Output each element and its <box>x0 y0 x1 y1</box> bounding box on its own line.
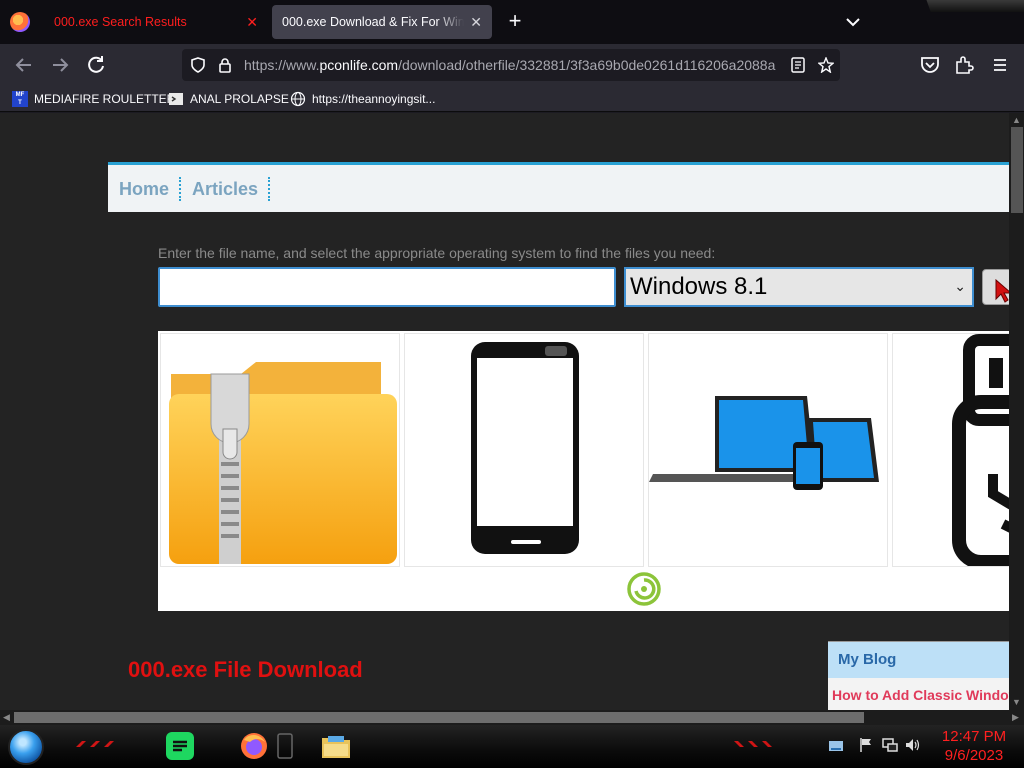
action-center-flag-icon[interactable] <box>858 737 874 753</box>
search-hint: Enter the file name, and select the appr… <box>158 245 716 261</box>
tile-devices[interactable] <box>648 333 888 567</box>
loading-spinner-icon <box>627 572 661 606</box>
hamburger-menu-icon[interactable] <box>988 53 1012 77</box>
tile-archive[interactable] <box>160 333 400 567</box>
taskbar: 12:47 PM 9/6/2023 <box>0 725 1024 768</box>
start-button[interactable] <box>8 729 44 765</box>
window-thumbnail-icon[interactable] <box>276 730 294 762</box>
tab-search-results[interactable]: 000.exe Search Results ✕ <box>44 5 268 39</box>
page-title: 000.exe File Download <box>128 657 363 682</box>
file-search-input[interactable] <box>158 267 616 307</box>
firefox-taskbar-icon[interactable] <box>238 730 270 762</box>
tab-title: 000.exe Download & Fix For Windows <box>282 15 465 29</box>
os-select[interactable]: Windows 8.1 ⌄ <box>624 267 974 307</box>
bookmark-star-icon[interactable] <box>818 57 834 73</box>
chevron-down-icon[interactable] <box>845 14 861 30</box>
file-explorer-icon[interactable] <box>320 730 352 762</box>
network-tray-icon[interactable] <box>828 737 844 753</box>
site-nav: Home Articles <box>108 162 1009 212</box>
address-bar[interactable]: https://www.pconlife.com/download/otherf… <box>182 49 840 81</box>
bookmarks-toolbar: MF T MEDIAFIRE ROULETTER ANAL PROLAPSE ht… <box>0 86 1024 112</box>
terminal-icon <box>169 93 183 105</box>
mouse-cursor-icon <box>995 279 1009 303</box>
firefox-menu-icon[interactable] <box>10 12 30 32</box>
close-icon[interactable]: ✕ <box>246 14 258 31</box>
forward-button[interactable] <box>48 53 72 77</box>
scroll-right-icon[interactable]: ▶ <box>1012 712 1019 723</box>
tab-title: 000.exe Search Results <box>54 15 187 29</box>
bookmark-mediafire[interactable]: MF T MEDIAFIRE ROULETTER <box>12 90 175 108</box>
bookmark-label: https://theannoyingsit... <box>312 92 436 106</box>
nav-home-link[interactable]: Home <box>118 176 182 201</box>
new-tab-button[interactable]: + <box>505 8 525 36</box>
system-clock[interactable]: 12:47 PM 9/6/2023 <box>936 727 1012 765</box>
shield-icon[interactable] <box>190 57 206 73</box>
clock-date: 9/6/2023 <box>944 747 1004 764</box>
window-frame-ornament <box>926 0 1024 12</box>
os-select-value: Windows 8.1 <box>630 273 768 300</box>
vertical-scrollbar[interactable]: ▲ ▼ <box>1009 113 1024 710</box>
page-content: Home Articles Enter the file name, and s… <box>0 113 1009 710</box>
scroll-up-icon[interactable]: ▲ <box>1012 115 1021 125</box>
decor-red-lights <box>76 741 114 747</box>
scroll-down-icon[interactable]: ▼ <box>1012 697 1021 707</box>
horizontal-scroll-thumb[interactable] <box>14 712 864 723</box>
usb-drive-icon <box>952 334 1009 566</box>
globe-icon <box>290 91 306 107</box>
lock-icon[interactable] <box>218 57 232 73</box>
chevron-down-icon: ⌄ <box>954 278 966 294</box>
extensions-icon[interactable] <box>952 53 976 77</box>
tab-strip: 000.exe Search Results ✕ 000.exe Downloa… <box>0 0 1024 44</box>
clock-time: 12:47 PM <box>941 728 1007 745</box>
decor-red-lights-right <box>734 741 772 747</box>
tab-download-fix[interactable]: 000.exe Download & Fix For Windows ✕ <box>272 5 492 39</box>
category-gallery <box>158 331 1009 611</box>
horizontal-scrollbar[interactable]: ◀ ▶ <box>0 710 1024 725</box>
smartphone-icon <box>471 342 579 554</box>
bookmark-annoying-site[interactable]: https://theannoyingsit... <box>290 90 435 108</box>
pocket-icon[interactable] <box>918 53 942 77</box>
tile-usb[interactable] <box>892 333 1009 567</box>
reload-button[interactable] <box>84 53 108 77</box>
scroll-left-icon[interactable]: ◀ <box>3 712 10 723</box>
blog-sidebar: My Blog How to Add Classic Windows <box>828 641 1009 710</box>
display-tray-icon[interactable] <box>882 737 898 753</box>
close-icon[interactable]: ✕ <box>470 14 482 31</box>
back-button[interactable] <box>12 53 36 77</box>
tile-mobile[interactable] <box>404 333 644 567</box>
laptop-devices-icon <box>649 396 879 490</box>
url-text: https://www.pconlife.com/download/otherf… <box>244 57 776 73</box>
reader-view-icon[interactable] <box>790 57 806 73</box>
navigation-toolbar: https://www.pconlife.com/download/otherf… <box>0 44 1024 86</box>
bookmark-label: ANAL PROLAPSE <box>190 92 289 106</box>
bookmark-label: MEDIAFIRE ROULETTER <box>34 92 176 106</box>
bookmark-second[interactable]: ANAL PROLAPSE <box>168 90 289 108</box>
blog-article-link[interactable]: How to Add Classic Windows <box>828 678 1009 710</box>
spotify-like-app-icon[interactable] <box>164 730 196 762</box>
mediafire-icon: MF T <box>12 91 28 107</box>
blog-heading: My Blog <box>828 642 1009 678</box>
volume-icon[interactable] <box>904 737 920 753</box>
nav-articles-link[interactable]: Articles <box>191 176 271 201</box>
zip-folder-icon <box>169 362 397 564</box>
vertical-scroll-thumb[interactable] <box>1011 127 1023 213</box>
